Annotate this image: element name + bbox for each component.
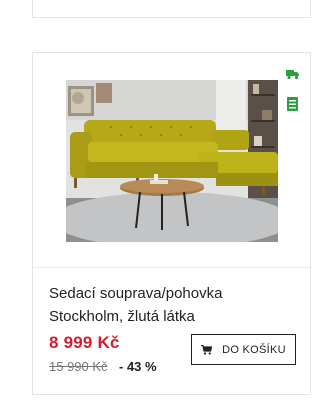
card-divider bbox=[33, 267, 310, 268]
add-to-cart-label: DO KOŠÍKU bbox=[222, 343, 286, 356]
warehouse-icon bbox=[286, 97, 299, 111]
discount-badge: - 43 % bbox=[119, 359, 157, 374]
previous-product-card bbox=[32, 0, 311, 18]
cart-icon bbox=[201, 344, 213, 355]
product-name-link[interactable]: Sedací souprava/pohovka Stockholm, žlutá… bbox=[49, 282, 269, 328]
product-old-price: 15 990 Kč bbox=[49, 359, 108, 374]
product-card[interactable]: Sedací souprava/pohovka Stockholm, žlutá… bbox=[32, 52, 311, 395]
truck-icon bbox=[286, 67, 299, 80]
add-to-cart-button[interactable]: DO KOŠÍKU bbox=[191, 334, 296, 365]
product-image[interactable] bbox=[66, 80, 278, 242]
product-price: 8 999 Kč bbox=[49, 333, 120, 352]
